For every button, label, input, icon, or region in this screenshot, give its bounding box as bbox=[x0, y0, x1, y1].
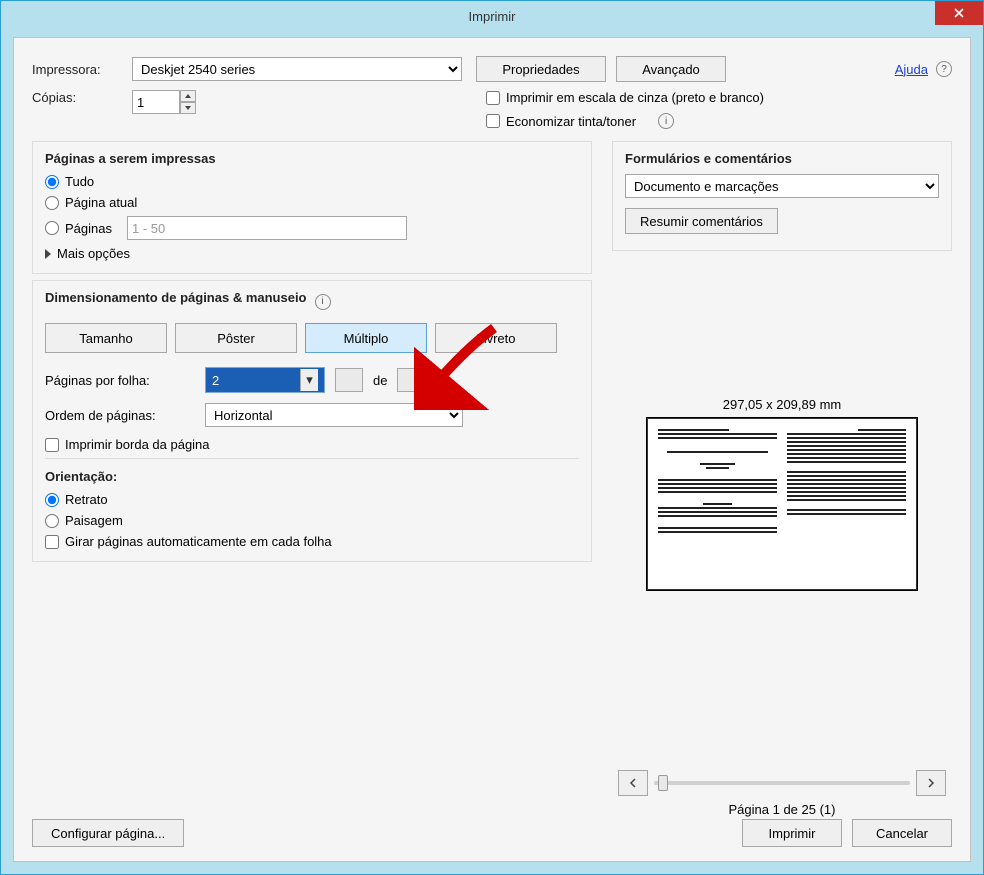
page-counter: Página 1 de 25 (1) bbox=[729, 802, 836, 817]
preview-prev-button[interactable] bbox=[618, 770, 648, 796]
copies-input[interactable] bbox=[132, 90, 180, 114]
advanced-button[interactable]: Avançado bbox=[616, 56, 726, 82]
savetoner-label: Economizar tinta/toner bbox=[506, 114, 636, 129]
titlebar: Imprimir bbox=[1, 1, 983, 31]
radio-range[interactable] bbox=[45, 221, 59, 235]
close-button[interactable] bbox=[935, 1, 983, 25]
page-order-select[interactable]: Horizontal bbox=[205, 403, 463, 427]
preview-slider[interactable] bbox=[654, 781, 910, 785]
poster-button[interactable]: Pôster bbox=[175, 323, 297, 353]
dialog-body: Impressora: Deskjet 2540 series Propried… bbox=[13, 37, 971, 862]
radio-current[interactable] bbox=[45, 196, 59, 210]
window-title: Imprimir bbox=[469, 9, 516, 24]
multiple-button[interactable]: Múltiplo bbox=[305, 323, 427, 353]
forms-group-title: Formulários e comentários bbox=[625, 151, 939, 166]
page-range-input[interactable] bbox=[127, 216, 407, 240]
chevron-right-icon bbox=[926, 778, 936, 788]
close-icon bbox=[954, 8, 964, 18]
grayscale-checkbox[interactable] bbox=[486, 91, 500, 105]
properties-button[interactable]: Propriedades bbox=[476, 56, 606, 82]
custom-cols-input bbox=[335, 368, 363, 392]
help-icon[interactable]: ? bbox=[936, 61, 952, 77]
custom-rows-input bbox=[397, 368, 425, 392]
preview-dimensions: 297,05 x 209,89 mm bbox=[723, 397, 842, 412]
cancel-button[interactable]: Cancelar bbox=[852, 819, 952, 847]
booklet-button[interactable]: Livreto bbox=[435, 323, 557, 353]
triangle-right-icon bbox=[45, 249, 51, 259]
pages-per-sheet-select[interactable]: 2 ▾ bbox=[205, 367, 325, 393]
savetoner-info-icon[interactable]: i bbox=[658, 113, 674, 129]
orientation-title: Orientação: bbox=[45, 469, 579, 484]
preview-area: 297,05 x 209,89 mm bbox=[612, 257, 952, 817]
radio-portrait-row[interactable]: Retrato bbox=[45, 492, 579, 507]
print-border-checkbox[interactable] bbox=[45, 438, 59, 452]
page-setup-button[interactable]: Configurar página... bbox=[32, 819, 184, 847]
print-dialog: Imprimir Impressora: Deskjet 2540 series… bbox=[0, 0, 984, 875]
autorotate-row[interactable]: Girar páginas automaticamente em cada fo… bbox=[45, 534, 579, 549]
footer: Configurar página... Imprimir Cancelar bbox=[32, 819, 952, 847]
print-button[interactable]: Imprimir bbox=[742, 819, 842, 847]
savetoner-checkbox-row[interactable]: Economizar tinta/toner i bbox=[486, 113, 764, 129]
grayscale-label: Imprimir em escala de cinza (preto e bra… bbox=[506, 90, 764, 105]
pages-per-sheet-label: Páginas por folha: bbox=[45, 373, 195, 388]
autorotate-checkbox[interactable] bbox=[45, 535, 59, 549]
radio-portrait[interactable] bbox=[45, 493, 59, 507]
sizing-group: Dimensionamento de páginas & manuseio i … bbox=[32, 280, 592, 562]
radio-landscape[interactable] bbox=[45, 514, 59, 528]
radio-landscape-row[interactable]: Paisagem bbox=[45, 513, 579, 528]
sizing-info-icon[interactable]: i bbox=[315, 294, 331, 310]
of-label: de bbox=[373, 373, 387, 388]
chevron-left-icon bbox=[628, 778, 638, 788]
preview-sheet bbox=[647, 418, 917, 590]
slider-thumb[interactable] bbox=[658, 775, 668, 791]
radio-all-row[interactable]: Tudo bbox=[45, 174, 579, 189]
grayscale-checkbox-row[interactable]: Imprimir em escala de cinza (preto e bra… bbox=[486, 90, 764, 105]
savetoner-checkbox[interactable] bbox=[486, 114, 500, 128]
more-options-toggle[interactable]: Mais opções bbox=[45, 246, 579, 261]
sizing-group-title: Dimensionamento de páginas & manuseio bbox=[45, 290, 307, 305]
preview-page-1 bbox=[658, 429, 777, 579]
page-order-label: Ordem de páginas: bbox=[45, 408, 195, 423]
radio-range-row[interactable]: Páginas bbox=[45, 216, 579, 240]
copies-spin-down[interactable] bbox=[180, 102, 196, 114]
copies-spin-up[interactable] bbox=[180, 90, 196, 102]
forms-group: Formulários e comentários Documento e ma… bbox=[612, 141, 952, 251]
summarize-comments-button[interactable]: Resumir comentários bbox=[625, 208, 778, 234]
size-button[interactable]: Tamanho bbox=[45, 323, 167, 353]
print-border-row[interactable]: Imprimir borda da página bbox=[45, 437, 579, 452]
preview-page-2 bbox=[787, 429, 906, 579]
radio-current-row[interactable]: Página atual bbox=[45, 195, 579, 210]
forms-select[interactable]: Documento e marcações bbox=[625, 174, 939, 198]
radio-all[interactable] bbox=[45, 175, 59, 189]
printer-label: Impressora: bbox=[32, 62, 122, 77]
help-link[interactable]: Ajuda bbox=[895, 62, 928, 77]
chevron-down-icon: ▾ bbox=[300, 369, 318, 391]
pages-group-title: Páginas a serem impressas bbox=[45, 151, 579, 166]
copies-label: Cópias: bbox=[32, 90, 122, 105]
preview-next-button[interactable] bbox=[916, 770, 946, 796]
pages-group: Páginas a serem impressas Tudo Página at… bbox=[32, 141, 592, 274]
printer-select[interactable]: Deskjet 2540 series bbox=[132, 57, 462, 81]
